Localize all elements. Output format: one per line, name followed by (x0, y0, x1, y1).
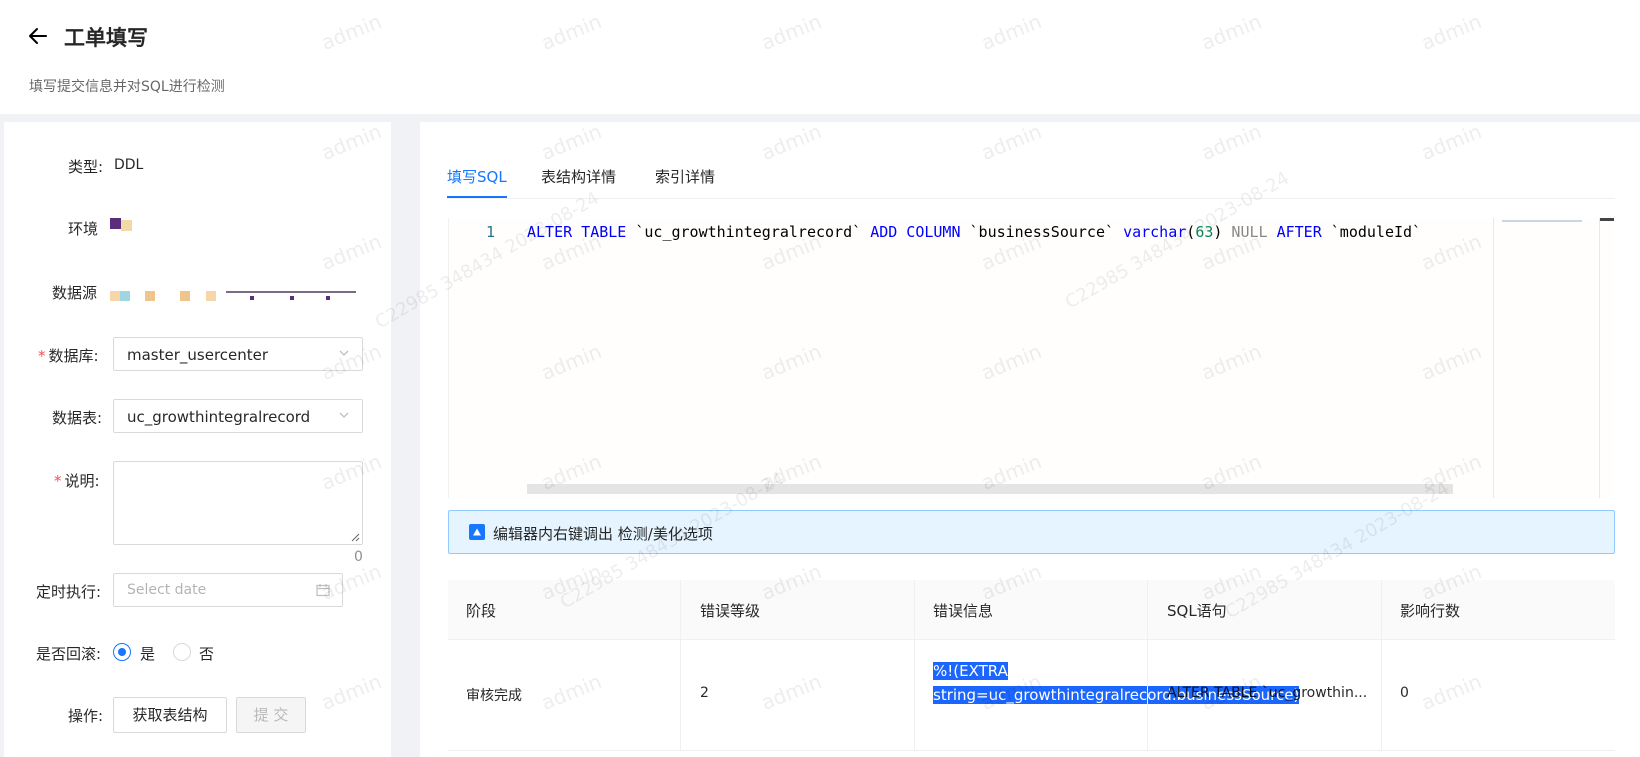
table-header: 阶段 错误等级 错误信息 SQL语句 影响行数 (448, 580, 1615, 640)
rollback-yes-label[interactable]: 是 (140, 643, 155, 664)
editor-hint-alert: 编辑器内右键调出 检测/美化选项 (448, 510, 1615, 554)
date-placeholder: Select date (127, 582, 207, 598)
chevron-down-icon (339, 350, 349, 356)
chevron-down-icon (339, 412, 349, 418)
table-label: 数据表: (52, 409, 103, 427)
rollback-yes-radio[interactable] (113, 643, 131, 661)
back-arrow-icon[interactable] (26, 24, 50, 48)
type-label: 类型: (68, 158, 104, 176)
table-select-value: uc_growthintegralrecord (127, 408, 311, 426)
required-mark: * (54, 472, 62, 490)
description-label: * 说明: (54, 472, 100, 490)
datasource-value (110, 290, 360, 302)
page-subtitle: 填写提交信息并对SQL进行检测 (29, 79, 225, 95)
tab-write-sql[interactable]: 填写SQL (447, 166, 507, 187)
schedule-label: 定时执行: (36, 583, 102, 601)
info-icon (469, 524, 485, 540)
cell-stage: 审核完成 (466, 688, 522, 704)
resize-handle-icon[interactable] (350, 532, 360, 542)
type-value: DDL (114, 157, 144, 173)
database-select-value: master_usercenter (127, 346, 269, 364)
database-select[interactable]: master_usercenter (113, 337, 363, 371)
table-select[interactable]: uc_growthintegralrecord (113, 399, 363, 433)
required-mark: * (38, 347, 46, 365)
column-divider (1381, 580, 1382, 751)
description-char-count: 0 (354, 549, 363, 565)
tabs-divider (447, 198, 1615, 199)
column-divider (914, 580, 915, 751)
description-textarea[interactable] (113, 461, 363, 545)
cell-level: 2 (700, 685, 709, 701)
cell-affected-rows: 0 (1400, 685, 1409, 701)
column-header-affected-rows: 影响行数 (1400, 602, 1461, 620)
rollback-no-radio[interactable] (173, 643, 191, 661)
datasource-label: 数据源 (52, 284, 98, 302)
database-label: * 数据库: (38, 347, 99, 365)
actions-label: 操作: (68, 707, 104, 725)
horizontal-scrollbar[interactable] (527, 484, 1453, 494)
column-divider (680, 580, 681, 751)
rollback-label: 是否回滚: (36, 645, 102, 663)
scrollbar-thumb[interactable] (1600, 218, 1614, 221)
fetch-schema-button[interactable]: 获取表结构 (113, 697, 227, 733)
tab-table-structure[interactable]: 表结构详情 (541, 166, 616, 187)
env-value (110, 218, 136, 232)
column-header-sql: SQL语句 (1167, 602, 1227, 620)
line-number: 1 (486, 223, 496, 241)
schedule-date-picker[interactable]: Select date (113, 573, 343, 607)
submit-button[interactable]: 提 交 (236, 697, 306, 733)
code-line[interactable]: ALTER TABLE `uc_growthintegralrecord` AD… (527, 223, 1493, 241)
active-tab-indicator (447, 196, 507, 198)
vertical-scrollbar[interactable] (1599, 218, 1614, 498)
sql-editor[interactable]: 1 ALTER TABLE `uc_growthintegralrecord` … (448, 218, 1614, 498)
column-header-level: 错误等级 (700, 602, 761, 620)
page-title: 工单填写 (64, 26, 148, 50)
page-header: 工单填写 填写提交信息并对SQL进行检测 (0, 0, 1640, 114)
editor-minimap[interactable] (1493, 218, 1593, 498)
column-header-message: 错误信息 (933, 602, 994, 620)
rollback-no-label[interactable]: 否 (199, 643, 214, 664)
column-header-stage: 阶段 (466, 602, 497, 620)
column-divider (1147, 580, 1148, 751)
minimap-line (1502, 220, 1582, 222)
cell-message: %!(EXTRA string=uc_growthintegralrecord.… (933, 662, 1300, 704)
tab-index-details[interactable]: 索引详情 (655, 166, 715, 187)
alert-text: 编辑器内右键调出 检测/美化选项 (493, 525, 713, 543)
calendar-icon (316, 584, 330, 597)
cell-sql: ALTER TABLE `uc_growthin... (1167, 685, 1368, 701)
table-row: 审核完成 2 %!(EXTRA string=uc_growthintegral… (448, 641, 1615, 751)
env-label: 环境 (68, 220, 99, 238)
